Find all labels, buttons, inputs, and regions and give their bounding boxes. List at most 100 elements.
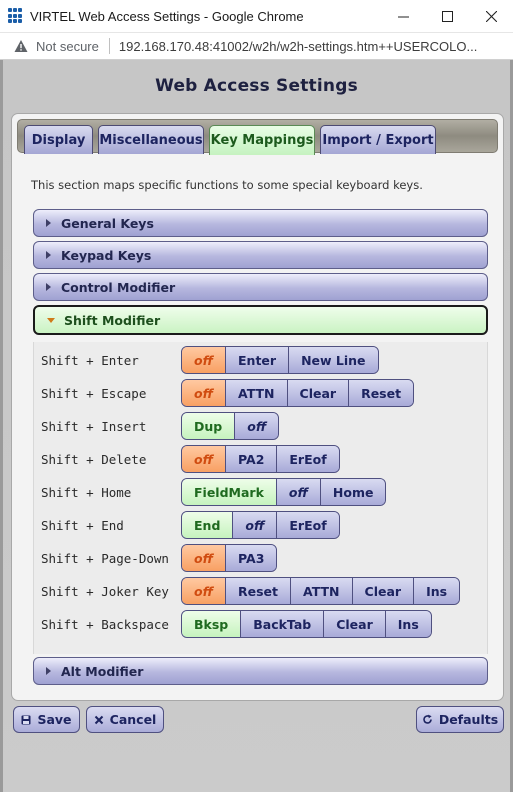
mapping-key-label: Shift + Delete (41, 451, 147, 467)
refresh-icon (422, 714, 433, 725)
minimize-icon (397, 16, 409, 17)
section-shift-modifier[interactable]: Shift Modifier (33, 305, 488, 335)
option-pa2[interactable]: PA2 (225, 446, 277, 472)
option-group: End off ErEof (181, 511, 340, 539)
mapping-row-shift-insert: Shift + Insert Dup off (41, 412, 280, 440)
option-ins[interactable]: Ins (413, 578, 460, 604)
address-bar[interactable]: Not secure 192.168.170.48:41002/w2h/w2h-… (0, 33, 513, 60)
mapping-row-shift-end: Shift + End End off ErEof (41, 511, 340, 539)
section-label: Alt Modifier (61, 663, 144, 679)
mapping-row-shift-joker-key: Shift + Joker Key off Reset ATTN Clear I… (41, 577, 461, 605)
option-backtab[interactable]: BackTab (240, 611, 324, 637)
section-general-keys[interactable]: General Keys (33, 209, 488, 237)
mapping-key-label: Shift + Page-Down (41, 550, 169, 566)
address-divider (108, 38, 110, 54)
option-reset[interactable]: Reset (225, 578, 290, 604)
save-label: Save (37, 712, 72, 727)
section-label: General Keys (61, 215, 154, 231)
virtel-logo-icon (8, 8, 24, 24)
settings-panel: Display Miscellaneous Key Mappings Impor… (11, 113, 504, 701)
option-off[interactable]: off (234, 413, 279, 439)
window-title: VIRTEL Web Access Settings - Google Chro… (30, 8, 304, 24)
option-attn[interactable]: ATTN (290, 578, 352, 604)
option-dup[interactable]: Dup (182, 413, 235, 439)
option-new-line[interactable]: New Line (288, 347, 378, 373)
mapping-key-label: Shift + Enter (41, 352, 139, 368)
option-group: off PA3 (181, 544, 278, 572)
option-group: off Reset ATTN Clear Ins (181, 577, 461, 605)
option-end[interactable]: End (182, 512, 233, 538)
option-group: off PA2 ErEof (181, 445, 340, 473)
mapping-key-label: Shift + Escape (41, 385, 147, 401)
mapping-key-label: Shift + Home (41, 484, 132, 500)
defaults-button[interactable]: Defaults (416, 706, 504, 733)
cancel-label: Cancel (109, 712, 157, 727)
tab-key-mappings[interactable]: Key Mappings (209, 125, 315, 155)
option-clear[interactable]: Clear (351, 578, 414, 604)
option-off[interactable]: off (275, 479, 320, 505)
expand-arrow-icon (46, 219, 51, 227)
option-ereof[interactable]: ErEof (276, 446, 339, 472)
option-attn[interactable]: ATTN (225, 380, 287, 406)
section-alt-modifier[interactable]: Alt Modifier (33, 657, 488, 685)
mapping-key-label: Shift + Insert (41, 418, 147, 434)
warning-icon[interactable] (14, 39, 28, 53)
option-clear[interactable]: Clear (323, 611, 385, 637)
mapping-row-shift-backspace: Shift + Backspace Bksp BackTab Clear Ins (41, 610, 432, 638)
option-ereof[interactable]: ErEof (276, 512, 339, 538)
url-field[interactable]: 192.168.170.48:41002/w2h/w2h-settings.ht… (119, 39, 505, 54)
save-icon (21, 715, 31, 725)
option-group: off Enter New Line (181, 346, 379, 374)
option-off[interactable]: off (182, 380, 225, 406)
option-bksp[interactable]: Bksp (182, 611, 241, 637)
window-titlebar: VIRTEL Web Access Settings - Google Chro… (0, 0, 513, 33)
collapse-arrow-icon (47, 317, 55, 323)
section-label: Control Modifier (61, 279, 176, 295)
cancel-icon (94, 715, 104, 725)
page-content: Web Access Settings Display Miscellaneou… (0, 60, 513, 792)
tab-strip: Display Miscellaneous Key Mappings Impor… (17, 119, 498, 155)
option-off[interactable]: off (182, 446, 225, 472)
option-off[interactable]: off (182, 347, 225, 373)
option-home[interactable]: Home (319, 479, 386, 505)
mapping-row-shift-enter: Shift + Enter off Enter New Line (41, 346, 379, 374)
mapping-key-label: Shift + Backspace (41, 616, 169, 632)
option-pa3[interactable]: PA3 (225, 545, 277, 571)
option-group: off ATTN Clear Reset (181, 379, 415, 407)
minimize-button[interactable] (381, 0, 425, 33)
section-label: Keypad Keys (61, 247, 152, 263)
mapping-key-label: Shift + Joker Key (41, 583, 169, 599)
expand-arrow-icon (46, 283, 51, 291)
section-description: This section maps specific functions to … (31, 178, 423, 192)
expand-arrow-icon (46, 251, 51, 259)
option-group: FieldMark off Home (181, 478, 387, 506)
option-fieldmark[interactable]: FieldMark (182, 479, 276, 505)
save-button[interactable]: Save (13, 706, 80, 733)
option-ins[interactable]: Ins (384, 611, 431, 637)
cancel-button[interactable]: Cancel (86, 706, 164, 733)
option-off[interactable]: off (182, 545, 225, 571)
mapping-key-label: Shift + End (41, 517, 124, 533)
security-status[interactable]: Not secure (36, 39, 99, 54)
close-window-button[interactable] (469, 0, 513, 33)
tab-import-export[interactable]: Import / Export (320, 125, 436, 154)
option-clear[interactable]: Clear (286, 380, 349, 406)
tab-display[interactable]: Display (24, 125, 93, 154)
section-control-modifier[interactable]: Control Modifier (33, 273, 488, 301)
section-label: Shift Modifier (64, 312, 161, 328)
section-keypad-keys[interactable]: Keypad Keys (33, 241, 488, 269)
mapping-row-shift-escape: Shift + Escape off ATTN Clear Reset (41, 379, 415, 407)
defaults-label: Defaults (438, 712, 499, 727)
option-enter[interactable]: Enter (225, 347, 289, 373)
tab-miscellaneous[interactable]: Miscellaneous (98, 125, 204, 154)
mapping-row-shift-delete: Shift + Delete off PA2 ErEof (41, 445, 340, 473)
mapping-row-shift-home: Shift + Home FieldMark off Home (41, 478, 387, 506)
option-reset[interactable]: Reset (348, 380, 414, 406)
option-off[interactable]: off (182, 578, 225, 604)
maximize-button[interactable] (425, 0, 469, 33)
expand-arrow-icon (46, 667, 51, 675)
page-title: Web Access Settings (155, 76, 358, 96)
option-off[interactable]: off (232, 512, 277, 538)
option-group: Bksp BackTab Clear Ins (181, 610, 432, 638)
maximize-icon (441, 10, 453, 22)
